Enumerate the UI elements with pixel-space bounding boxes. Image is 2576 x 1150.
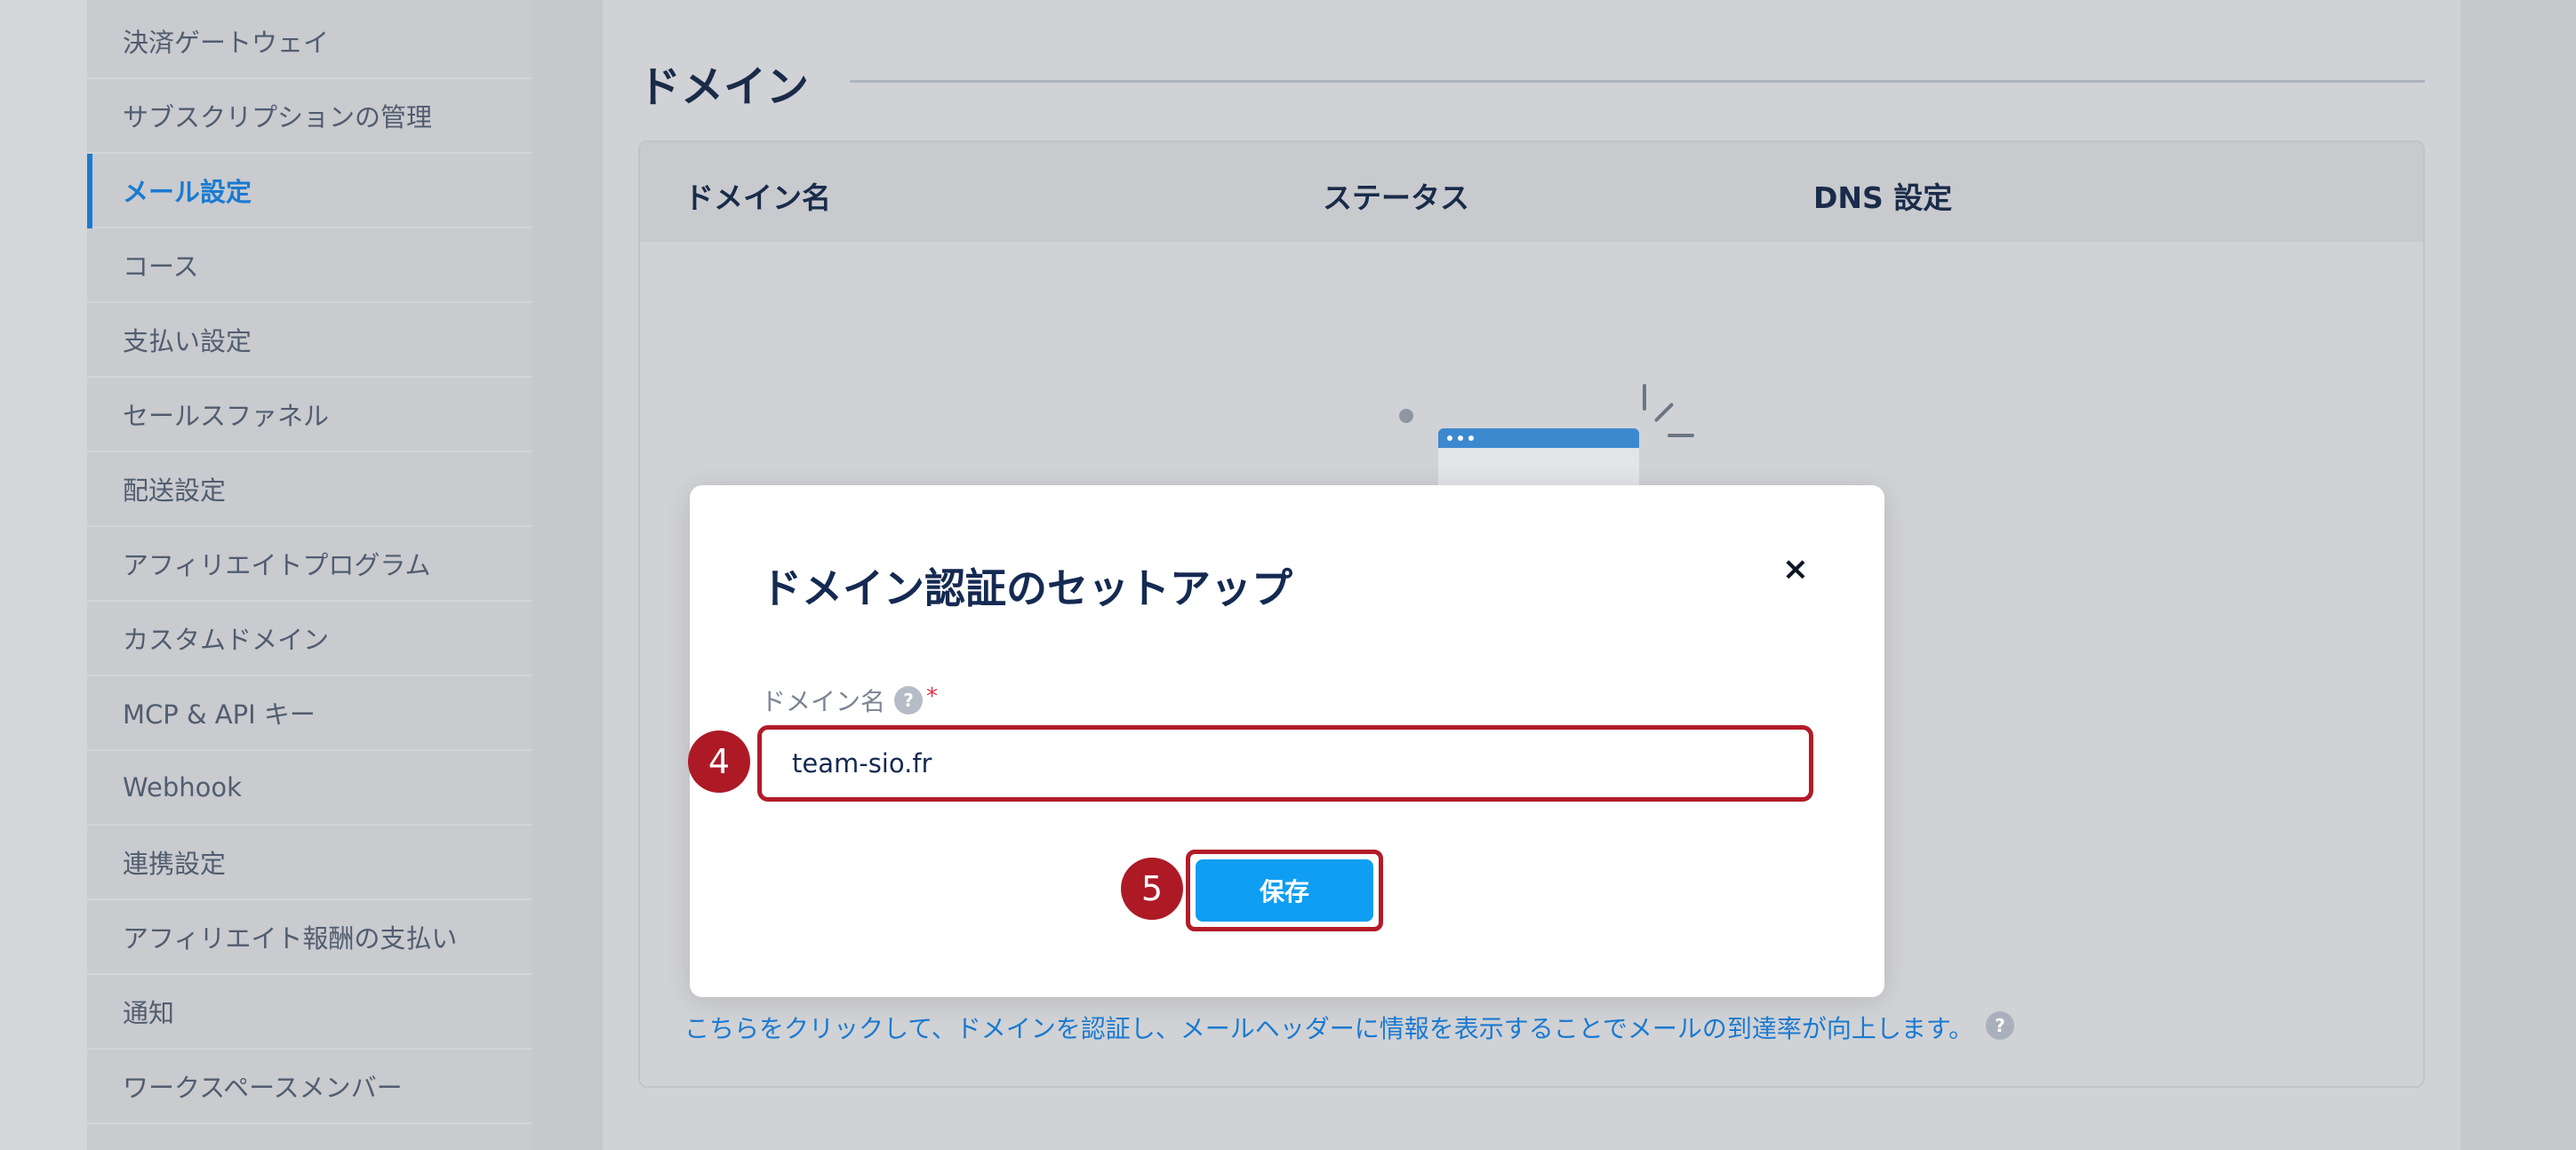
close-icon[interactable]: ×: [1776, 549, 1815, 588]
help-icon[interactable]: ?: [894, 686, 924, 715]
sidebar-item-notifications[interactable]: 通知: [87, 975, 532, 1050]
table-header: ドメイン名 ステータス DNS 設定: [640, 142, 2423, 242]
section-title: ドメイン: [638, 62, 810, 112]
illustration-spark: [1643, 384, 1646, 411]
right-gutter: [2460, 0, 2576, 1150]
column-header-status: ステータス: [1323, 180, 1469, 215]
domain-verification-modal: ドメイン認証のセットアップ × ドメイン名 ? * 保存: [690, 485, 1884, 997]
step-marker-4: 4: [688, 731, 750, 793]
sidebar-item-payment-settings[interactable]: 支払い設定: [87, 303, 532, 378]
sidebar-item-label: 決済ゲートウェイ: [123, 28, 330, 58]
save-button-highlight: 保存: [1186, 850, 1383, 931]
domain-name-input[interactable]: [792, 730, 1770, 797]
domain-name-label: ドメイン名 ? *: [761, 683, 938, 718]
sidebar-item-email-settings[interactable]: メール設定: [87, 154, 532, 228]
sidebar-item-payment-gateway[interactable]: 決済ゲートウェイ: [87, 4, 532, 79]
sidebar-item-label: メール設定: [123, 177, 252, 207]
sidebar-item-label: 配送設定: [123, 475, 227, 506]
sidebar-item-label: サブスクリプションの管理: [123, 102, 433, 132]
domain-name-field-highlight: [757, 725, 1813, 802]
sidebar-item-shipping[interactable]: 配送設定: [87, 452, 532, 527]
sidebar-item-mcp-api-keys[interactable]: MCP & API キー: [87, 676, 532, 751]
required-marker: *: [926, 683, 939, 710]
sidebar-item-label: ワークスペースメンバー: [123, 1073, 403, 1103]
sidebar-item-webhook[interactable]: Webhook: [87, 751, 532, 826]
sidebar-item-label: MCP & API キー: [123, 699, 316, 730]
save-button[interactable]: 保存: [1196, 859, 1373, 922]
domain-name-label-text: ドメイン名: [761, 687, 886, 716]
column-header-domain-name: ドメイン名: [684, 180, 831, 215]
sidebar-item-label: 支払い設定: [123, 326, 252, 356]
sidebar-item-courses[interactable]: コース: [87, 228, 532, 303]
sidebar-item-label: Webhook: [123, 772, 242, 803]
sidebar-item-affiliate-payouts[interactable]: アフィリエイト報酬の支払い: [87, 900, 532, 975]
sidebar-item-label: アフィリエイトプログラム: [123, 550, 431, 580]
sidebar-item-custom-domain[interactable]: カスタムドメイン: [87, 602, 532, 676]
sidebar-item-label: セールスファネル: [123, 401, 330, 431]
step-marker-5: 5: [1121, 858, 1183, 920]
illustration-spark: [1653, 402, 1675, 423]
section-divider: [850, 80, 2425, 83]
column-header-dns-settings: DNS 設定: [1813, 180, 1953, 215]
sidebar-item-label: 通知: [123, 998, 175, 1028]
sidebar-item-affiliate-program[interactable]: アフィリエイトプログラム: [87, 527, 532, 602]
sidebar-item-label: カスタムドメイン: [123, 625, 330, 655]
domain-verification-help-text[interactable]: こちらをクリックして、ドメインを認証し、メールヘッダーに情報を表示することでメー…: [684, 1010, 1973, 1045]
illustration-dot: [1399, 409, 1413, 423]
sidebar-item-integrations[interactable]: 連携設定: [87, 826, 532, 900]
sidebar-item-label: アフィリエイト報酬の支払い: [123, 923, 458, 954]
settings-sidebar: 決済ゲートウェイ サブスクリプションの管理 メール設定 コース 支払い設定 セー…: [87, 0, 532, 1150]
modal-title: ドメイン認証のセットアップ: [761, 564, 1292, 612]
sidebar-item-subscriptions[interactable]: サブスクリプションの管理: [87, 79, 532, 154]
sidebar-item-label: コース: [123, 252, 199, 282]
page: 決済ゲートウェイ サブスクリプションの管理 メール設定 コース 支払い設定 セー…: [0, 0, 2576, 1150]
sidebar-item-sales-funnels[interactable]: セールスファネル: [87, 378, 532, 452]
sidebar-item-label: 連携設定: [123, 849, 227, 879]
help-icon[interactable]: ?: [1986, 1011, 2014, 1040]
sidebar-item-workspace-members[interactable]: ワークスペースメンバー: [87, 1050, 532, 1124]
sidebar-gutter: [532, 0, 603, 1150]
illustration-spark: [1668, 434, 1694, 437]
